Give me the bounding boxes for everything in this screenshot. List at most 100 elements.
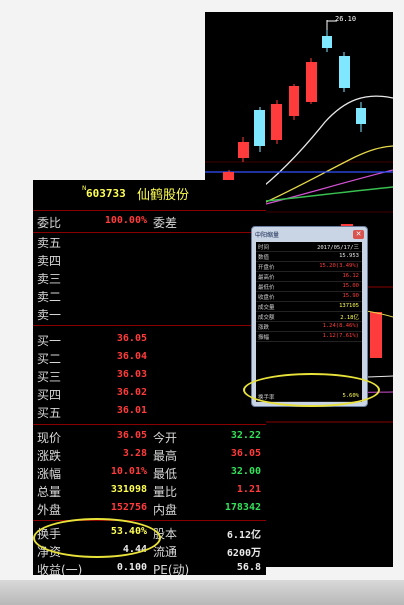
weibi-row: 委比 100.00% 委差 <box>33 213 266 231</box>
buy-level-row[interactable]: 买一 36.05 <box>33 331 266 349</box>
stat-row: 现价 36.05 今开 32.22 <box>33 428 266 446</box>
candle <box>271 104 282 140</box>
sell-level-label: 卖一 <box>37 308 62 322</box>
popup-row: 最低价 15.00 <box>256 282 362 292</box>
divider <box>33 520 266 521</box>
buy-level-price: 36.05 <box>116 333 147 344</box>
sell-level-row[interactable]: 卖五 <box>33 233 266 251</box>
sell-level-label: 卖五 <box>37 236 62 250</box>
buy-level-label: 买五 <box>37 406 62 420</box>
stat-label: 总量 <box>37 485 62 499</box>
buy-level-row[interactable]: 买二 36.04 <box>33 349 266 367</box>
buy-level-row[interactable]: 买三 36.03 <box>33 367 266 385</box>
popup-row-value: 2017/05/17/三 <box>317 245 359 251</box>
net-asset-label: 净资 <box>37 545 62 559</box>
stat-row: 外盘 152756 内盘 178342 <box>33 500 266 518</box>
stat-label: 涨跌 <box>37 449 62 463</box>
popup-row: 收盘价 15.90 <box>256 292 362 302</box>
popup-row-label: 时间 <box>258 245 270 251</box>
buy-level-price: 36.01 <box>116 405 147 416</box>
share-capital-value: 6.12亿 <box>226 530 261 541</box>
stat-label: 量比 <box>153 485 178 499</box>
stat-value: 10.01% <box>110 466 147 477</box>
popup-row-value: 15.00 <box>342 283 359 289</box>
stat-label: 涨幅 <box>37 467 62 481</box>
stat-row: 涨幅 10.01% 最低 32.00 <box>33 464 266 482</box>
popup-row-value: 1.24(8.46%) <box>322 323 359 329</box>
buy-level-price: 36.04 <box>116 351 147 362</box>
popup-row: 振幅 1.12(7.61%) <box>256 332 362 342</box>
share-capital-label: 股本 <box>153 527 178 541</box>
stat-label: 外盘 <box>37 503 62 517</box>
popup-row: 时间 2017/05/17/三 <box>256 242 362 252</box>
turnover-label: 换手 <box>37 527 62 541</box>
weibi-label: 委比 <box>37 216 62 230</box>
earnings-row: 收益(一) 0.100 PE(动) 56.8 <box>33 560 266 575</box>
pe-label: PE(动) <box>153 563 190 575</box>
buy-level-label: 买二 <box>37 352 62 366</box>
popup-row: 最高价 16.12 <box>256 272 362 282</box>
stat-row: 涨跌 3.28 最高 36.05 <box>33 446 266 464</box>
stat-value: 32.00 <box>230 466 261 477</box>
stat-label: 今开 <box>153 431 178 445</box>
screenshot: 26.10 N 603733 仙鹤股份 委比 100.00% 委差 卖五 卖四 … <box>0 0 404 605</box>
earnings-label: 收益(一) <box>37 563 83 575</box>
candle <box>254 110 265 146</box>
buy-level-price: 36.03 <box>116 369 147 380</box>
high-price-label: 26.10 <box>335 15 357 23</box>
popup-title: 中阳缩量 <box>255 232 280 239</box>
popup-row-value: 15.20(3.49%) <box>319 263 359 269</box>
turnover-value: 53.40% <box>110 526 147 537</box>
buy-level-label: 买四 <box>37 388 62 402</box>
popup-row-value: 1.12(7.61%) <box>322 333 359 339</box>
net-asset-value: 4.44 <box>122 544 147 555</box>
sell-level-row[interactable]: 卖三 <box>33 269 266 287</box>
candle <box>339 56 350 88</box>
popup-row: 开盘价 15.20(3.49%) <box>256 262 362 272</box>
popup-row: 换手率 5.60% <box>256 392 362 402</box>
candle <box>306 62 317 102</box>
popup-row: 成交量 137105 <box>256 302 362 312</box>
popup-row-value: 2.18亿 <box>340 315 359 321</box>
popup-row-value: 15.90 <box>342 293 359 299</box>
stat-row: 总量 331098 量比 1.21 <box>33 482 266 500</box>
weicha-label: 委差 <box>153 216 178 230</box>
popup-row-label: 成交额 <box>258 315 275 321</box>
stat-label: 内盘 <box>153 503 178 517</box>
candle-info-popup[interactable]: 中阳缩量 ✕ 时间 2017/05/17/三 数值 15.953 开盘价 15.… <box>251 226 368 407</box>
stat-value: 36.05 <box>116 430 147 441</box>
buy-level-row[interactable]: 买四 36.02 <box>33 385 266 403</box>
sell-level-row[interactable]: 卖四 <box>33 251 266 269</box>
divider <box>33 424 266 425</box>
buy-level-row[interactable]: 买五 36.01 <box>33 403 266 421</box>
popup-row-label: 收盘价 <box>258 295 275 301</box>
candle <box>356 108 366 124</box>
close-icon[interactable]: ✕ <box>353 230 364 239</box>
popup-row-label: 换手率 <box>258 395 275 401</box>
float-label: 流通 <box>153 545 178 559</box>
stat-value: 152756 <box>110 502 147 513</box>
candle <box>322 36 332 48</box>
sell-level-row[interactable]: 卖一 <box>33 305 266 323</box>
stock-code: 603733 <box>86 187 126 200</box>
popup-row: 数值 15.953 <box>256 252 362 262</box>
stat-value: 331098 <box>110 484 147 495</box>
volume-bar <box>370 312 382 358</box>
stat-value: 1.21 <box>236 484 261 495</box>
turnover-row: 换手 53.40% 股本 6.12亿 <box>33 524 266 542</box>
stock-name: 仙鹤股份 <box>137 188 190 203</box>
popup-row-label: 涨跌 <box>258 325 270 331</box>
stat-label: 最高 <box>153 449 178 463</box>
popup-row-label: 最高价 <box>258 275 275 281</box>
candle <box>289 86 299 116</box>
pe-value: 56.8 <box>236 562 261 573</box>
earnings-value: 0.100 <box>116 562 147 573</box>
buy-level-label: 买三 <box>37 370 62 384</box>
popup-row-value: 5.60% <box>342 393 359 399</box>
popup-row-label: 数值 <box>258 255 270 261</box>
sell-level-label: 卖二 <box>37 290 62 304</box>
sell-level-row[interactable]: 卖二 <box>33 287 266 305</box>
popup-row-label: 振幅 <box>258 335 270 341</box>
stock-header: N 603733 仙鹤股份 <box>33 180 266 211</box>
popup-row-label: 成交量 <box>258 305 275 311</box>
